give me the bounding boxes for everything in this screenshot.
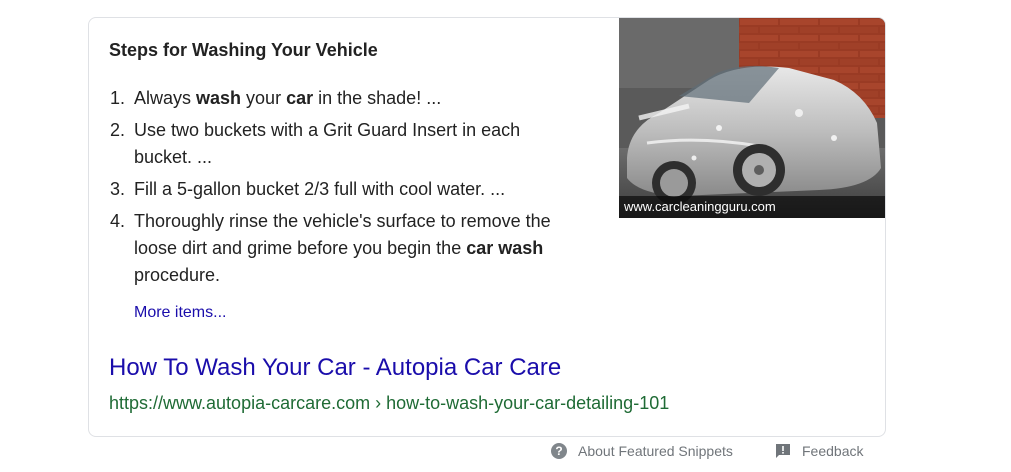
snippet-heading: Steps for Washing Your Vehicle	[109, 40, 378, 60]
feedback-link[interactable]: Feedback	[775, 443, 863, 459]
feedback-icon	[776, 444, 790, 458]
list-item: 1. Always wash your car in the shade! ...	[110, 88, 442, 108]
image-caption: www.carcleaningguru.com	[619, 196, 885, 218]
featured-snippet-card: Steps for Washing Your Vehicle 1. Always …	[88, 17, 886, 437]
more-items-link[interactable]: More items...	[134, 304, 226, 322]
foamed-car-photo	[619, 18, 885, 218]
bold-keyword: car wash	[466, 238, 544, 258]
list-item: 3. Fill a 5-gallon bucket 2/3 full with c…	[110, 179, 506, 199]
feedback-label: Feedback	[802, 443, 864, 459]
result-title-link[interactable]: How To Wash Your Car - Autopia Car Care	[109, 354, 561, 382]
about-featured-snippets-link[interactable]: ? About Featured Snippets	[551, 443, 733, 459]
list-item: 4. Thoroughly rinse the vehicle's surface…	[110, 211, 551, 285]
steps-list: 1. Always wash your car in the shade! ...…	[110, 85, 580, 294]
list-item: 2. Use two buckets with a Grit Guard Inse…	[110, 120, 521, 167]
bold-keyword: wash	[196, 88, 242, 108]
snippet-thumbnail[interactable]: www.carcleaningguru.com	[619, 18, 885, 218]
about-label: About Featured Snippets	[578, 443, 733, 459]
result-url: https://www.autopia-carcare.com › how-to…	[109, 393, 670, 413]
question-icon: ?	[551, 443, 567, 459]
bold-keyword: car	[286, 88, 314, 108]
